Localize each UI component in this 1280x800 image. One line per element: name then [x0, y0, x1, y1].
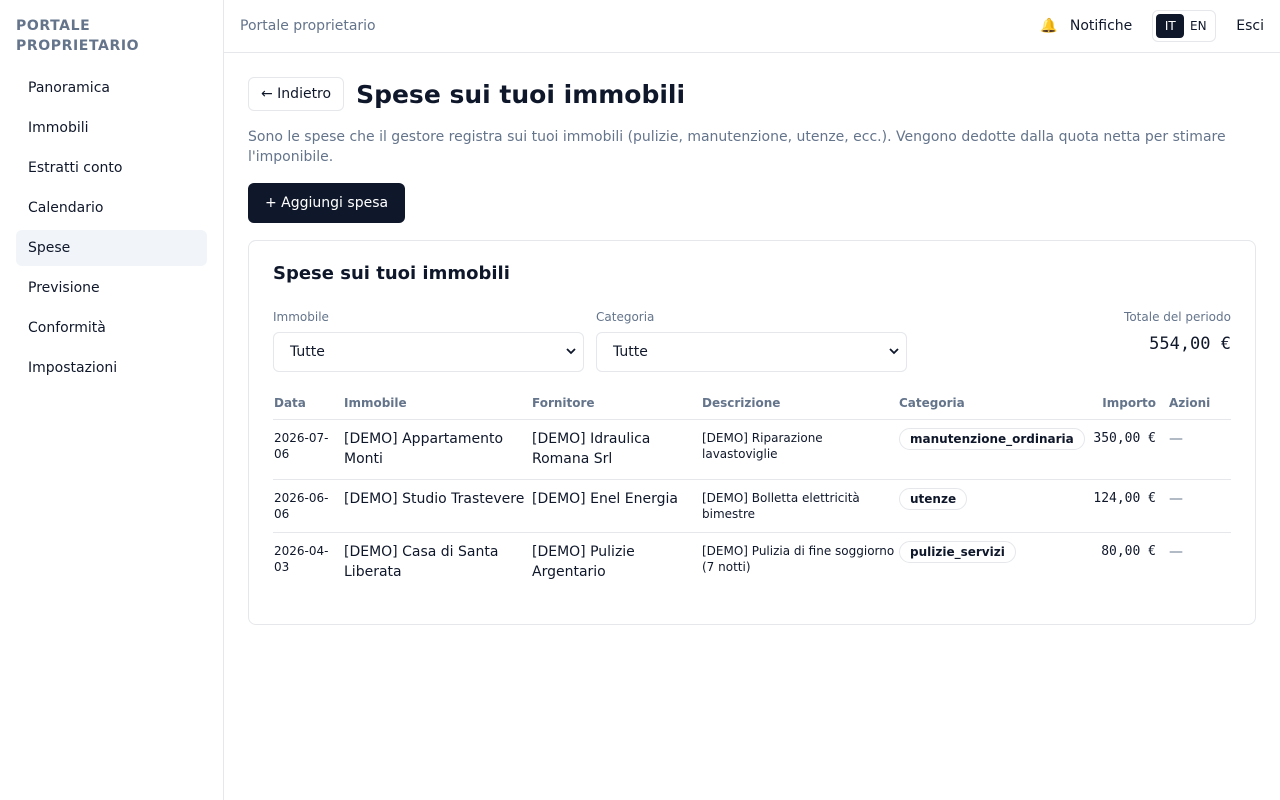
filter-property-label: Immobile — [273, 310, 329, 324]
sidebar-item-impostazioni[interactable]: Impostazioni — [16, 350, 207, 386]
period-total-label: Totale del periodo — [1124, 310, 1231, 324]
cell-property: [DEMO] Studio Trastevere — [343, 479, 531, 533]
lang-en-button[interactable]: EN — [1184, 14, 1212, 38]
cell-description: [DEMO] Riparazione lavastoviglie — [701, 419, 898, 480]
category-badge: pulizie_servizi — [899, 541, 1016, 563]
col-header-actions: Azioni — [1168, 396, 1231, 420]
brand-line-2: PROPRIETARIO — [16, 38, 140, 54]
expenses-table: Data Immobile Fornitore Descrizione Cate… — [273, 396, 1231, 592]
main-content: ← Indietro Spese sui tuoi immobili Sono … — [248, 77, 1256, 625]
filter-property: Immobile Tutte — [273, 310, 584, 372]
sidebar-item-previsione[interactable]: Previsione — [16, 270, 207, 306]
bell-icon: 🔔 — [1040, 18, 1058, 34]
notifications-button[interactable]: 🔔 Notifiche — [1040, 18, 1132, 34]
col-header-date: Data — [273, 396, 343, 420]
language-switcher: IT EN — [1152, 10, 1217, 42]
cell-property: [DEMO] Appartamento Monti — [343, 419, 531, 480]
cell-date: 2026-07-06 — [273, 419, 343, 480]
expenses-card: Spese sui tuoi immobili Immobile Tutte C… — [248, 240, 1256, 625]
cell-actions: — — [1169, 544, 1183, 560]
cell-description: [DEMO] Pulizia di fine soggiorno (7 nott… — [702, 544, 895, 574]
table-row: 2026-04-03 [DEMO] Casa di Santa Liberata… — [273, 533, 1231, 593]
page-intro: Sono le spese che il gestore registra su… — [248, 129, 1226, 165]
page-title: Spese sui tuoi immobili — [356, 79, 686, 109]
page-header: ← Indietro Spese sui tuoi immobili — [248, 77, 1256, 111]
brand-line-1: PORTALE — [16, 18, 91, 34]
cell-actions: — — [1168, 479, 1231, 533]
filters: Immobile Tutte Categoria Tutte Totale de… — [273, 310, 1231, 372]
back-button[interactable]: ← Indietro — [248, 77, 345, 111]
property-select[interactable]: Tutte — [273, 332, 584, 372]
topbar-actions: 🔔 Notifiche IT EN Esci — [1040, 10, 1264, 42]
property-select-value: Tutte — [290, 344, 325, 360]
cell-supplier: [DEMO] Idraulica Romana Srl — [531, 419, 701, 480]
col-header-description: Descrizione — [701, 396, 898, 420]
category-select-value: Tutte — [613, 344, 648, 360]
cell-date: 2026-04-03 — [274, 544, 329, 574]
col-header-property: Immobile — [343, 396, 531, 420]
sidebar-item-spese[interactable]: Spese — [16, 230, 207, 266]
filter-category-label: Categoria — [596, 310, 655, 324]
table-row: 2026-07-06 [DEMO] Appartamento Monti [DE… — [273, 419, 1231, 480]
sidebar-item-calendario[interactable]: Calendario — [16, 190, 207, 226]
category-select[interactable]: Tutte — [596, 332, 907, 372]
sidebar: PORTALE PROPRIETARIO Panoramica Immobili… — [0, 0, 224, 800]
col-header-category: Categoria — [898, 396, 1088, 420]
filter-category: Categoria Tutte — [596, 310, 907, 372]
sidebar-brand: PORTALE PROPRIETARIO — [16, 16, 207, 56]
cell-date: 2026-06-06 — [273, 479, 343, 533]
chevron-down-icon — [888, 345, 900, 360]
topbar-title: Portale proprietario — [240, 18, 376, 34]
sidebar-item-estratti-conto[interactable]: Estratti conto — [16, 150, 207, 186]
cell-description: [DEMO] Bolletta elettricità bimestre — [701, 479, 898, 533]
cell-amount: 350,00 € — [1088, 419, 1168, 480]
cell-category: manutenzione_ordinaria — [898, 419, 1088, 480]
col-header-amount: Importo — [1088, 396, 1168, 420]
card-title: Spese sui tuoi immobili — [273, 263, 510, 284]
sidebar-nav: Panoramica Immobili Estratti conto Calen… — [16, 70, 207, 386]
lang-it-button[interactable]: IT — [1156, 14, 1185, 38]
cell-property: [DEMO] Casa di Santa Liberata — [344, 544, 499, 580]
chevron-down-icon — [565, 345, 577, 360]
sidebar-item-immobili[interactable]: Immobili — [16, 110, 207, 146]
cell-actions: — — [1168, 419, 1231, 480]
cell-supplier: [DEMO] Enel Energia — [531, 479, 701, 533]
notifications-label: Notifiche — [1069, 18, 1133, 34]
sidebar-item-panoramica[interactable]: Panoramica — [16, 70, 207, 106]
cell-amount: 80,00 € — [1101, 544, 1156, 559]
sidebar-item-conformita[interactable]: Conformità — [16, 310, 207, 346]
cell-category: utenze — [898, 479, 1088, 533]
table-header-row: Data Immobile Fornitore Descrizione Cate… — [273, 396, 1231, 420]
period-total-value: 554,00 € — [1149, 334, 1231, 354]
cell-category: pulizie_servizi — [898, 533, 1088, 593]
add-expense-button[interactable]: + Aggiungi spesa — [248, 183, 406, 223]
table-row: 2026-06-06 [DEMO] Studio Trastevere [DEM… — [273, 479, 1231, 533]
cell-supplier: [DEMO] Pulizie Argentario — [532, 544, 635, 580]
topbar: Portale proprietario 🔔 Notifiche IT EN E… — [224, 0, 1280, 53]
col-header-supplier: Fornitore — [531, 396, 701, 420]
category-badge: manutenzione_ordinaria — [899, 428, 1085, 450]
period-total: Totale del periodo 554,00 € — [1124, 310, 1231, 354]
category-badge: utenze — [899, 488, 968, 510]
cell-amount: 124,00 € — [1088, 479, 1168, 533]
logout-button[interactable]: Esci — [1236, 18, 1264, 34]
